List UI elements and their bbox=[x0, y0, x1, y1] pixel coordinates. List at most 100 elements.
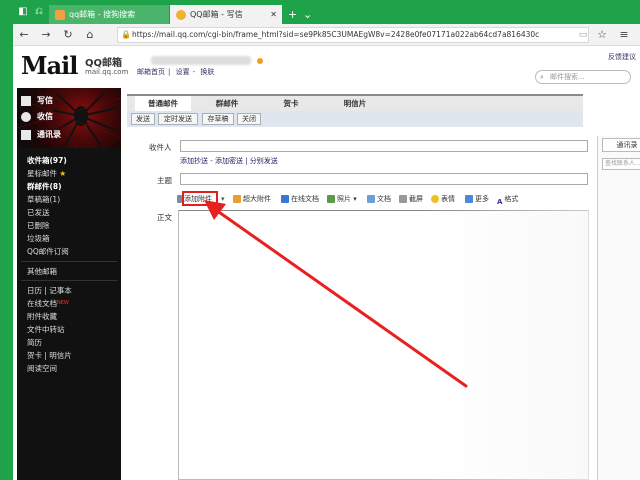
subject-input[interactable] bbox=[180, 173, 588, 185]
cc-bcc-links[interactable]: 添加抄送 - 添加密送 | 分别发送 bbox=[180, 156, 278, 166]
refresh-icon[interactable]: ↻ bbox=[61, 28, 75, 42]
app-attachment-favorites[interactable]: 附件收藏 bbox=[27, 311, 57, 322]
mail-search-input[interactable]: ⌕ 邮件搜索... bbox=[535, 70, 631, 84]
photo-button[interactable]: 照片 ▾ bbox=[327, 192, 357, 206]
app-calendar-notes[interactable]: 日历 | 记事本 bbox=[27, 285, 72, 296]
back-icon[interactable]: ← bbox=[17, 28, 31, 42]
contacts-book-icon bbox=[21, 129, 31, 140]
photo-icon bbox=[327, 195, 335, 203]
format-button[interactable]: A 格式 bbox=[497, 192, 518, 206]
more-grid-icon bbox=[465, 195, 473, 203]
compose-tabs: 普通邮件 群邮件 贺卡 明信片 bbox=[127, 94, 583, 111]
forward-icon[interactable]: → bbox=[39, 28, 53, 42]
folder-group-mail[interactable]: 群邮件(8) bbox=[27, 181, 62, 192]
compose-area: 普通邮件 群邮件 贺卡 明信片 发送 定时发送 存草稿 关闭 收件人 添加抄送 … bbox=[121, 88, 640, 480]
document-label: 文档 bbox=[377, 195, 391, 203]
sogou-favicon-icon bbox=[55, 9, 65, 20]
new-tab-icon[interactable]: + bbox=[288, 5, 297, 24]
save-draft-button[interactable]: 存草稿 bbox=[202, 113, 234, 125]
lock-icon: 🔒 bbox=[121, 30, 131, 39]
online-doc-button[interactable]: 在线文档 bbox=[281, 192, 319, 206]
large-attachment-button[interactable]: 超大附件 bbox=[233, 192, 271, 206]
compose-action-bar: 发送 定时发送 存草稿 关闭 bbox=[127, 111, 583, 127]
large-attachment-icon bbox=[233, 195, 241, 203]
home-icon[interactable]: ⌂ bbox=[83, 28, 97, 42]
nav-contacts[interactable]: 通讯录 bbox=[21, 128, 61, 142]
folder-starred[interactable]: 星标邮件 ★ bbox=[27, 168, 66, 179]
online-doc-icon bbox=[281, 195, 289, 203]
other-mailbox-link[interactable]: 其他邮箱 bbox=[27, 266, 57, 277]
app-cards-postcards[interactable]: 贺卡 | 明信片 bbox=[27, 350, 72, 361]
close-button[interactable]: 关闭 bbox=[237, 113, 261, 125]
format-label: 格式 bbox=[504, 195, 519, 203]
tab-group-mail[interactable]: 群邮件 bbox=[197, 96, 257, 111]
nav-compose-label: 写信 bbox=[37, 96, 53, 105]
emoji-button[interactable]: 表情 bbox=[431, 192, 455, 206]
folder-deleted[interactable]: 已删除 bbox=[27, 220, 50, 231]
folder-sent[interactable]: 已发送 bbox=[27, 207, 50, 218]
divider bbox=[21, 261, 117, 262]
editor-toolbar: 添加附件 ▾ 超大附件 在线文档 照片 ▾ 文档 截屏 表情 更多 A 格式 bbox=[177, 192, 589, 206]
app-resume[interactable]: 简历 bbox=[27, 337, 42, 348]
inbox-icon bbox=[21, 111, 31, 122]
reading-view-icon[interactable]: ▭ bbox=[576, 28, 590, 42]
window-menu-icon[interactable]: ◧ bbox=[17, 6, 29, 18]
sidebar: 写信 收信 通讯录 收件箱(97) 星标邮件 ★ 群邮件(8) 草稿箱(1) 已… bbox=[17, 88, 121, 480]
nav-compose[interactable]: 写信 bbox=[21, 94, 53, 108]
folder-spam[interactable]: 垃圾箱 bbox=[27, 233, 50, 244]
tab-label: qq邮箱 - 搜狗搜索 bbox=[69, 10, 136, 19]
document-icon bbox=[367, 195, 375, 203]
more-button[interactable]: 更多 bbox=[465, 192, 489, 206]
link-mail-home[interactable]: 邮箱首页 bbox=[137, 68, 165, 76]
url-field[interactable]: 🔒 https://mail.qq.com/cgi-bin/frame_html… bbox=[117, 27, 589, 43]
top-links: 邮箱首页 | 设置 - 换肤 bbox=[137, 67, 217, 77]
compose-pen-icon bbox=[21, 95, 31, 106]
body-editor[interactable] bbox=[178, 210, 589, 480]
tab-normal-mail[interactable]: 普通邮件 bbox=[135, 96, 191, 111]
app-file-transfer[interactable]: 文件中转站 bbox=[27, 324, 65, 335]
screenshot-button[interactable]: 截屏 bbox=[399, 192, 423, 206]
contacts-search-input[interactable]: 查找联系人... bbox=[602, 158, 640, 170]
tab-sogou-search[interactable]: qq邮箱 - 搜狗搜索 bbox=[49, 5, 169, 24]
feedback-link[interactable]: 反馈建议 bbox=[608, 52, 636, 62]
scissors-icon bbox=[399, 195, 407, 203]
address-toolbar: ← → ↻ ⌂ 🔒 https://mail.qq.com/cgi-bin/fr… bbox=[13, 24, 640, 46]
scheduled-send-button[interactable]: 定时发送 bbox=[158, 113, 198, 125]
mail-search-placeholder: 邮件搜索... bbox=[550, 73, 585, 81]
photo-label: 照片 bbox=[337, 195, 351, 203]
more-label: 更多 bbox=[475, 195, 489, 203]
logo-domain: mail.qq.com bbox=[85, 68, 129, 76]
tab-postcard[interactable]: 明信片 bbox=[325, 96, 385, 111]
close-tab-icon[interactable]: ✕ bbox=[270, 5, 277, 24]
folder-subscriptions[interactable]: QQ邮件订阅 bbox=[27, 246, 69, 257]
qqmail-favicon-icon bbox=[176, 9, 186, 20]
tab-bar: ◧ ⎌ qq邮箱 - 搜狗搜索 QQ邮箱 - 写信 ✕ + ⌄ bbox=[13, 0, 640, 24]
star-icon: ★ bbox=[59, 169, 67, 178]
contacts-tab[interactable]: 通讯录 bbox=[602, 138, 640, 152]
nav-inbox[interactable]: 收信 bbox=[21, 110, 53, 124]
logo-title: QQ邮箱 bbox=[85, 58, 123, 69]
favorite-star-icon[interactable]: ☆ bbox=[595, 28, 609, 42]
attachment-dropdown-icon[interactable]: ▾ bbox=[221, 192, 225, 206]
app-reading-space[interactable]: 阅读空间 bbox=[27, 363, 57, 374]
folder-inbox[interactable]: 收件箱(97) bbox=[27, 155, 67, 166]
divider: | bbox=[168, 68, 171, 76]
document-button[interactable]: 文档 bbox=[367, 192, 391, 206]
user-account-blurred bbox=[151, 56, 251, 65]
tab-list-chevron-icon[interactable]: ⌄ bbox=[303, 5, 312, 24]
mail-header: Mail QQ邮箱 mail.qq.com 邮箱首页 | 设置 - 换肤 反馈建议 … bbox=[13, 46, 640, 88]
to-input[interactable] bbox=[180, 140, 588, 152]
hub-icon[interactable]: ≡ bbox=[617, 28, 631, 42]
tab-history-icon[interactable]: ⎌ bbox=[33, 6, 45, 18]
screenshot-label: 截屏 bbox=[409, 195, 423, 203]
body-label: 正文 bbox=[157, 213, 172, 222]
link-skin[interactable]: 换肤 bbox=[200, 68, 214, 76]
folder-drafts[interactable]: 草稿箱(1) bbox=[27, 194, 60, 205]
tab-qqmail-compose[interactable]: QQ邮箱 - 写信 ✕ bbox=[170, 5, 282, 24]
send-button[interactable]: 发送 bbox=[131, 113, 155, 125]
mail-logo[interactable]: Mail bbox=[21, 51, 78, 80]
link-settings[interactable]: 设置 bbox=[176, 68, 190, 76]
tab-greeting-card[interactable]: 贺卡 bbox=[261, 96, 321, 111]
app-online-docs[interactable]: 在线文档NEW bbox=[27, 298, 69, 309]
emoji-icon bbox=[431, 195, 439, 203]
